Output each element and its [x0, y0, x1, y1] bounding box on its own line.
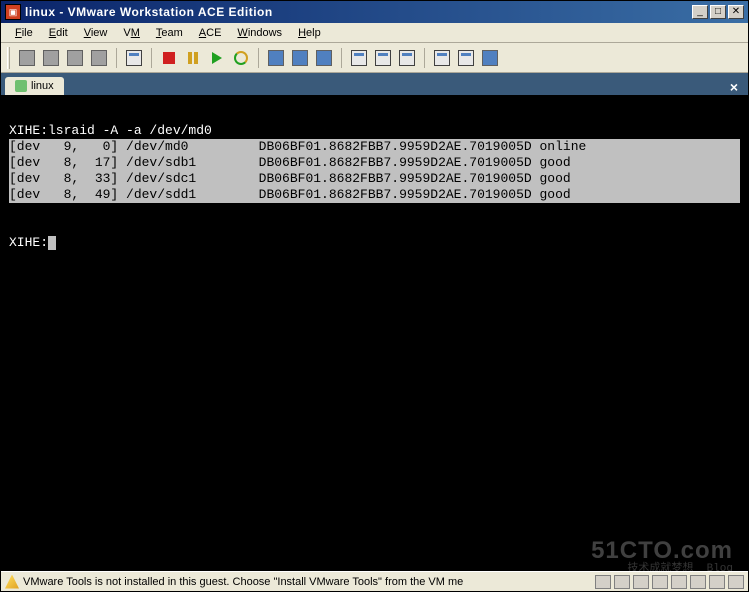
play-icon [212, 52, 222, 64]
cycle-button[interactable] [230, 47, 252, 69]
tab-close-button[interactable]: × [724, 79, 744, 95]
revert-icon [292, 50, 308, 66]
fullscreen-button[interactable] [396, 47, 418, 69]
manage-button[interactable] [313, 47, 335, 69]
pause-icon [188, 52, 198, 64]
menu-windows[interactable]: Windows [229, 25, 290, 41]
toolbar-separator [151, 48, 152, 68]
menu-file[interactable]: File [7, 25, 41, 41]
generic-icon [19, 50, 35, 66]
snapshot-button[interactable] [265, 47, 287, 69]
tray-icon[interactable] [709, 575, 725, 589]
statusbar: VMware Tools is not installed in this gu… [1, 571, 748, 591]
unity-button[interactable] [431, 47, 453, 69]
terminal-row: [dev 8, 17] /dev/sdb1 DB06BF01.8682FBB7.… [9, 155, 740, 171]
toolbar [1, 43, 748, 73]
minimize-button[interactable]: _ [692, 5, 708, 19]
terminal-row: [dev 8, 33] /dev/sdc1 DB06BF01.8682FBB7.… [9, 171, 740, 187]
menu-vm[interactable]: VM [115, 25, 148, 41]
appliance-icon [482, 50, 498, 66]
status-message: VMware Tools is not installed in this gu… [23, 576, 595, 588]
generic-icon [67, 50, 83, 66]
vm-icon [15, 80, 27, 92]
generic-icon [126, 50, 142, 66]
terminal-prompt: XIHE: [9, 235, 48, 250]
play-button[interactable] [206, 47, 228, 69]
summary-icon [458, 50, 474, 66]
stop-button[interactable] [158, 47, 180, 69]
terminal-row: [dev 8, 49] /dev/sdd1 DB06BF01.8682FBB7.… [9, 187, 740, 203]
toolbar-btn-1[interactable] [16, 47, 38, 69]
toolbar-separator [258, 48, 259, 68]
sidebar-button[interactable] [348, 47, 370, 69]
console-button[interactable] [372, 47, 394, 69]
window-title: linux - VMware Workstation ACE Edition [25, 5, 692, 19]
toolbar-btn-4[interactable] [88, 47, 110, 69]
tray-icon[interactable] [614, 575, 630, 589]
menu-team[interactable]: Team [148, 25, 191, 41]
stop-icon [163, 52, 175, 64]
generic-icon [91, 50, 107, 66]
cursor-icon [48, 236, 56, 250]
tray-icon[interactable] [671, 575, 687, 589]
revert-button[interactable] [289, 47, 311, 69]
tab-strip: linux × [1, 73, 748, 95]
tray-icon[interactable] [728, 575, 744, 589]
toolbar-separator [116, 48, 117, 68]
warning-icon [5, 575, 19, 589]
manage-icon [316, 50, 332, 66]
terminal-command: XIHE:lsraid -A -a /dev/md0 [9, 123, 212, 138]
watermark: 51CTO.com [591, 543, 733, 559]
toolbar-btn-2[interactable] [40, 47, 62, 69]
tray-icon[interactable] [595, 575, 611, 589]
tab-linux[interactable]: linux [5, 77, 64, 95]
unity-icon [434, 50, 450, 66]
terminal-row: [dev 9, 0] /dev/md0 DB06BF01.8682FBB7.99… [9, 139, 740, 155]
toolbar-separator [424, 48, 425, 68]
tray-icon[interactable] [690, 575, 706, 589]
menu-view[interactable]: View [76, 25, 116, 41]
tray-icon[interactable] [633, 575, 649, 589]
menu-edit[interactable]: Edit [41, 25, 76, 41]
titlebar: ▣ linux - VMware Workstation ACE Edition… [1, 1, 748, 23]
snapshot-icon [268, 50, 284, 66]
close-button[interactable]: ✕ [728, 5, 744, 19]
tab-label: linux [31, 80, 54, 92]
maximize-button[interactable]: □ [710, 5, 726, 19]
window-controls: _ □ ✕ [692, 5, 744, 19]
pause-button[interactable] [182, 47, 204, 69]
appliance-button[interactable] [479, 47, 501, 69]
tray-icon[interactable] [652, 575, 668, 589]
toolbar-btn-3[interactable] [64, 47, 86, 69]
console-icon [375, 50, 391, 66]
toolbar-separator [341, 48, 342, 68]
summary-button[interactable] [455, 47, 477, 69]
fullscreen-icon [399, 50, 415, 66]
sidebar-icon [351, 50, 367, 66]
app-icon: ▣ [5, 4, 21, 20]
menu-ace[interactable]: ACE [191, 25, 230, 41]
menubar: File Edit View VM Team ACE Windows Help [1, 23, 748, 43]
cycle-icon [234, 51, 248, 65]
generic-icon [43, 50, 59, 66]
menu-help[interactable]: Help [290, 25, 329, 41]
toolbar-grip [7, 47, 10, 69]
terminal-console[interactable]: XIHE:lsraid -A -a /dev/md0 [dev 9, 0] /d… [1, 95, 748, 589]
toolbar-btn-5[interactable] [123, 47, 145, 69]
status-tray [595, 575, 744, 589]
